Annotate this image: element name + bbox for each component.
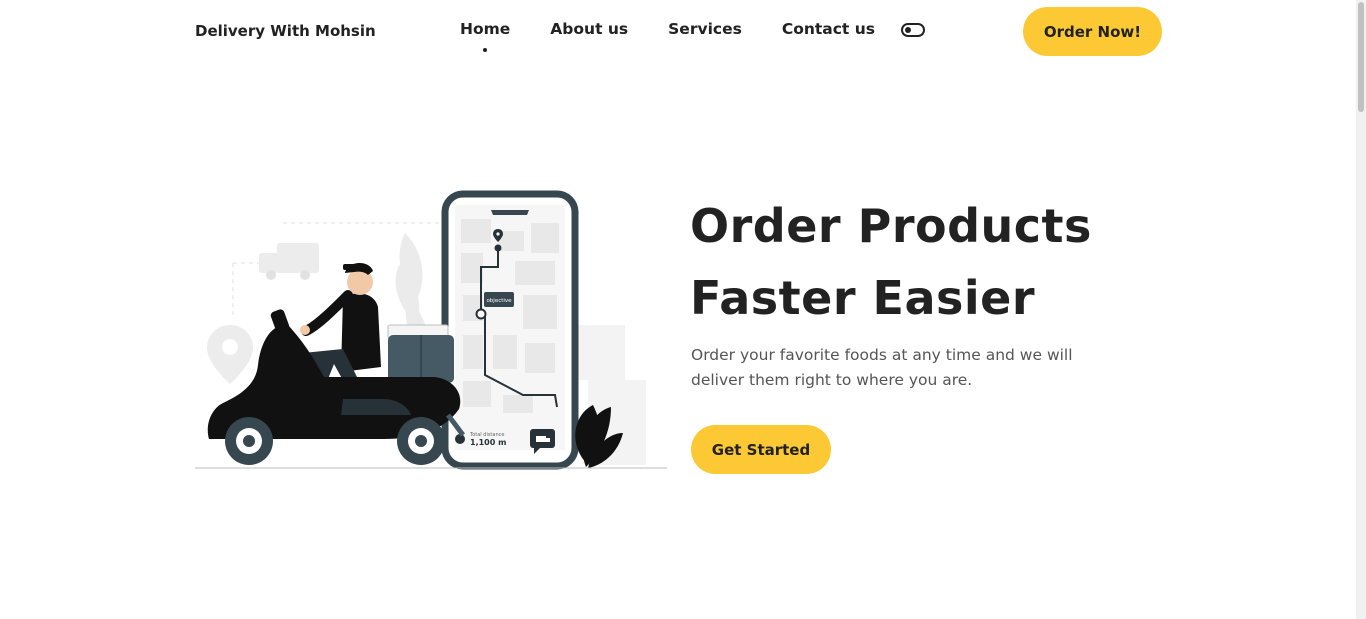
hero-title: Order Products Faster Easier [690, 190, 1092, 334]
nav-link-services[interactable]: Services [668, 20, 742, 38]
map-label-text: objective [486, 298, 512, 304]
toggle-knob [905, 27, 911, 33]
distance-value: 1,100 m [470, 438, 506, 447]
scrollbar-thumb[interactable] [1358, 2, 1364, 112]
hero-title-line-1: Order Products [690, 199, 1092, 253]
truck-icon [259, 243, 319, 280]
nav-link-about-us[interactable]: About us [550, 20, 628, 38]
nav-link-contact-us[interactable]: Contact us [782, 20, 875, 38]
vertical-scrollbar[interactable] [1356, 0, 1366, 619]
hero-title-line-2: Faster Easier [690, 271, 1036, 325]
brand-logo[interactable]: Delivery With Mohsin [195, 22, 376, 40]
delivery-scooter-illustration: objective Total distance 1,100 m [195, 190, 667, 470]
nav-link-home[interactable]: Home [460, 20, 510, 52]
location-pin-icon [207, 325, 253, 384]
get-started-button[interactable]: Get Started [691, 425, 831, 474]
hero-description: Order your favorite foods at any time an… [691, 346, 1073, 389]
order-now-button[interactable]: Order Now! [1023, 7, 1162, 56]
navbar: Delivery With Mohsin Home About us Servi… [0, 0, 1356, 62]
theme-toggle-icon[interactable] [901, 23, 925, 37]
nav-links: Home About us Services Contact us [460, 20, 915, 52]
